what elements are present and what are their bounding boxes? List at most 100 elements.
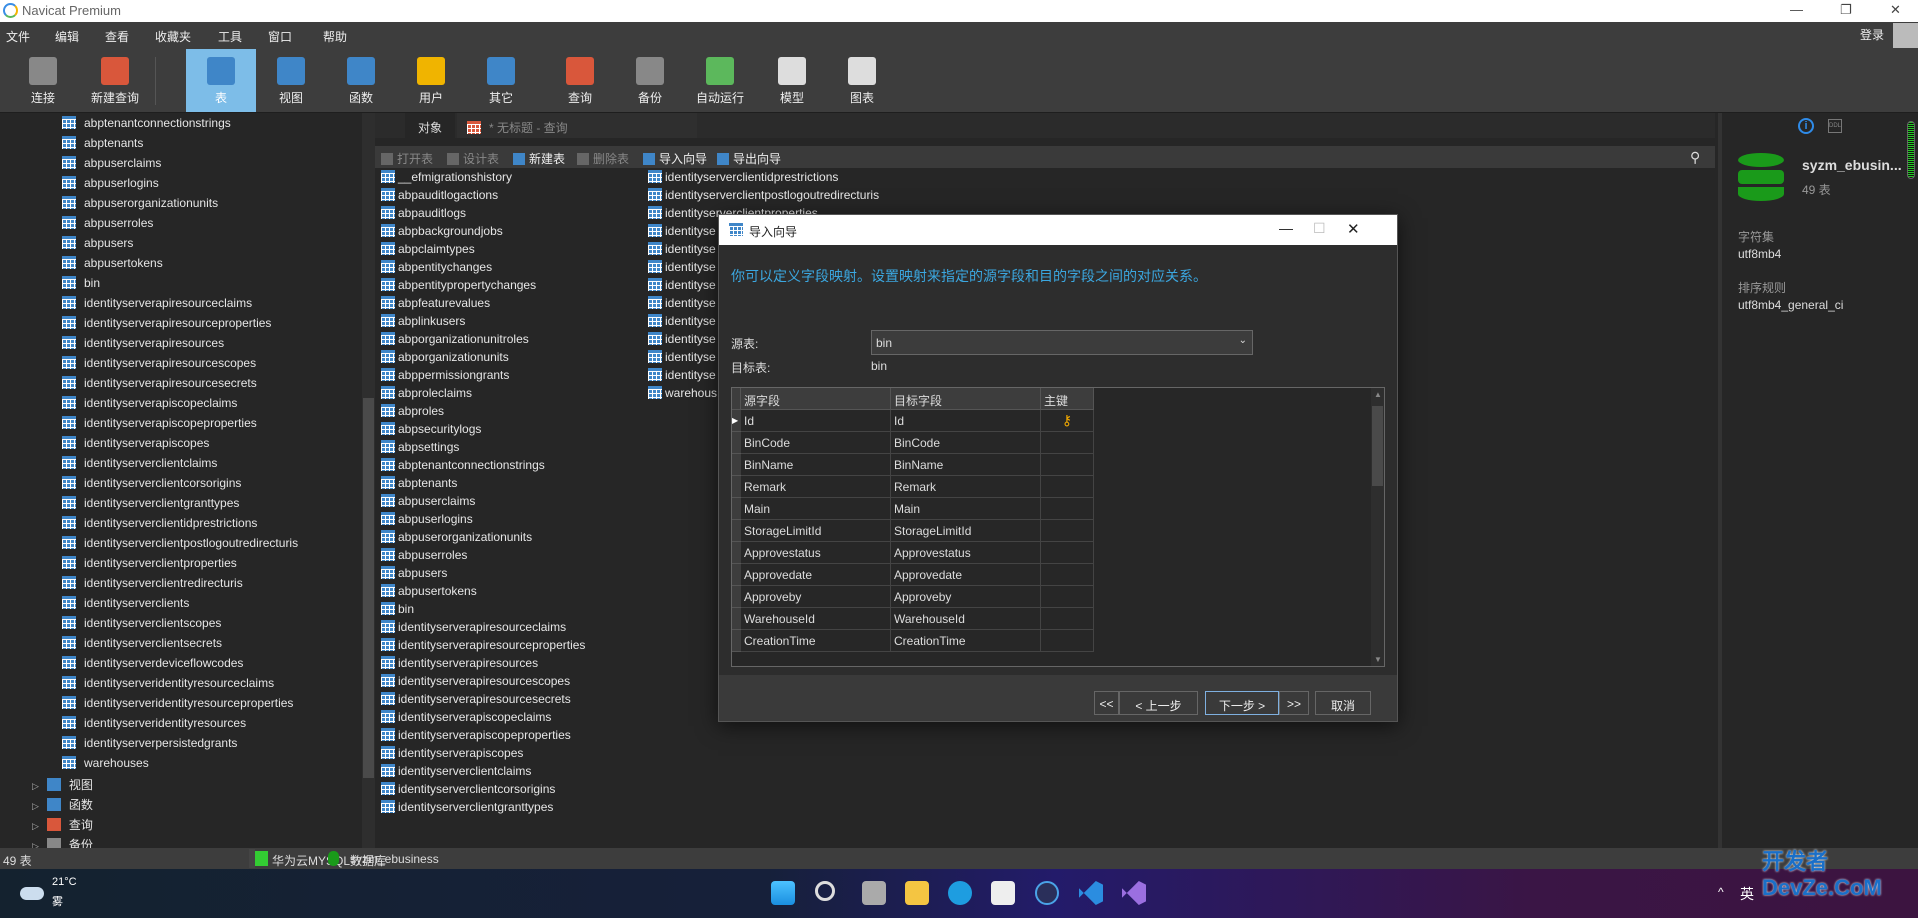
- primary-key-cell[interactable]: [1041, 586, 1094, 608]
- object-list-item[interactable]: identityse: [648, 296, 716, 314]
- primary-key-cell[interactable]: ⚷: [1041, 410, 1094, 432]
- toolbar-schedule-button[interactable]: 自动运行: [685, 49, 755, 112]
- grid-scrollbar[interactable]: ▲ ▼: [1371, 388, 1384, 666]
- toolbar-query-button[interactable]: 查询: [545, 49, 615, 112]
- target-field-cell[interactable]: WarehouseId: [891, 608, 1041, 630]
- toolbar-function-button[interactable]: 函数: [326, 49, 396, 112]
- login-link[interactable]: 登录: [1860, 26, 1884, 43]
- tree-table-item[interactable]: abpusers: [62, 236, 133, 256]
- object-toolbar-button[interactable]: 删除表: [577, 150, 629, 167]
- object-list-item[interactable]: abpauditlogs: [381, 206, 466, 224]
- tree-table-item[interactable]: identityserverapiresources: [62, 336, 224, 356]
- tree-table-item[interactable]: identityserverclientcorsorigins: [62, 476, 241, 496]
- object-list-item[interactable]: abproleclaims: [381, 386, 472, 404]
- object-list-item[interactable]: identityserverapiresourcescopes: [381, 674, 570, 692]
- object-list-item[interactable]: abpfeaturevalues: [381, 296, 490, 314]
- first-step-button[interactable]: <<: [1094, 691, 1119, 715]
- target-field-cell[interactable]: BinCode: [891, 432, 1041, 454]
- start-icon[interactable]: [771, 881, 795, 905]
- row-header[interactable]: [732, 586, 741, 608]
- source-field-cell[interactable]: WarehouseId: [741, 608, 891, 630]
- cancel-button[interactable]: 取消: [1315, 691, 1371, 715]
- column-header-primary-key[interactable]: 主键: [1041, 388, 1094, 410]
- object-list-item[interactable]: identityserverapiscopeproperties: [381, 728, 571, 746]
- task-view-icon[interactable]: [862, 881, 886, 905]
- tree-table-item[interactable]: identityserverapiresourceclaims: [62, 296, 252, 316]
- object-list-item[interactable]: abproles: [381, 404, 444, 422]
- object-list-item[interactable]: bin: [381, 602, 414, 620]
- object-toolbar-button[interactable]: 设计表: [447, 150, 499, 167]
- target-field-cell[interactable]: Approvedate: [891, 564, 1041, 586]
- tree-table-item[interactable]: abpuserroles: [62, 216, 153, 236]
- mapping-row[interactable]: StorageLimitId StorageLimitId: [732, 520, 1094, 542]
- primary-key-cell[interactable]: [1041, 454, 1094, 476]
- mapping-row[interactable]: BinName BinName: [732, 454, 1094, 476]
- target-field-cell[interactable]: Approvestatus: [891, 542, 1041, 564]
- source-table-select[interactable]: bin ⌄: [871, 330, 1253, 355]
- visual-studio-icon[interactable]: [1122, 881, 1146, 905]
- tree-table-item[interactable]: identityserveridentityresources: [62, 716, 246, 736]
- menu-item[interactable]: 帮助: [323, 28, 347, 45]
- source-field-cell[interactable]: CreationTime: [741, 630, 891, 652]
- primary-key-cell[interactable]: [1041, 498, 1094, 520]
- close-button[interactable]: ✕: [1890, 2, 1901, 18]
- tree-table-item[interactable]: abptenantconnectionstrings: [62, 116, 231, 136]
- tree-table-item[interactable]: identityserverclientgranttypes: [62, 496, 239, 516]
- mapping-row[interactable]: ▶ Id Id ⚷: [732, 410, 1094, 432]
- expand-arrow-icon[interactable]: ▷: [32, 781, 39, 791]
- expand-arrow-icon[interactable]: ▷: [32, 821, 39, 831]
- object-list-item[interactable]: identityse: [648, 332, 716, 350]
- row-header[interactable]: [732, 520, 741, 542]
- tree-table-item[interactable]: identityserverclientscopes: [62, 616, 221, 636]
- object-list-item[interactable]: abppermissiongrants: [381, 368, 509, 386]
- object-list-item[interactable]: identityse: [648, 260, 716, 278]
- object-list-item[interactable]: abpclaimtypes: [381, 242, 475, 260]
- target-field-cell[interactable]: BinName: [891, 454, 1041, 476]
- toolbar-new-query-button[interactable]: 新建查询: [80, 49, 150, 112]
- object-list-item[interactable]: abptenants: [381, 476, 457, 494]
- dialog-maximize-button[interactable]: ☐: [1313, 220, 1326, 237]
- object-list-item[interactable]: abporganizationunitroles: [381, 332, 529, 350]
- menu-item[interactable]: 编辑: [55, 28, 79, 45]
- tree-group[interactable]: ▷ 函数: [32, 796, 93, 816]
- toolbar-tools-button[interactable]: 其它: [466, 49, 536, 112]
- tree-table-item[interactable]: identityserveridentityresourceproperties: [62, 696, 293, 716]
- object-list-item[interactable]: identityserverapiresourcesecrets: [381, 692, 571, 710]
- target-field-cell[interactable]: Approveby: [891, 586, 1041, 608]
- source-field-cell[interactable]: BinName: [741, 454, 891, 476]
- tree-group[interactable]: ▷ 查询: [32, 816, 93, 836]
- object-list-item[interactable]: identityserverclientcorsorigins: [381, 782, 555, 800]
- toolbar-chart-button[interactable]: 图表: [827, 49, 897, 112]
- file-explorer-icon[interactable]: [905, 881, 929, 905]
- object-list-item[interactable]: abpuserorganizationunits: [381, 530, 532, 548]
- primary-key-cell[interactable]: [1041, 608, 1094, 630]
- toolbar-user-button[interactable]: 用户: [396, 49, 466, 112]
- search-taskbar-icon[interactable]: [815, 881, 835, 901]
- scroll-indicator[interactable]: [1907, 121, 1915, 179]
- object-list-item[interactable]: identityse: [648, 242, 716, 260]
- object-list-item[interactable]: identityse: [648, 278, 716, 296]
- row-header[interactable]: [732, 476, 741, 498]
- source-field-cell[interactable]: Approvestatus: [741, 542, 891, 564]
- object-list-item[interactable]: identityserverapiscopeclaims: [381, 710, 551, 728]
- object-list-item[interactable]: identityserverapiresources: [381, 656, 538, 674]
- previous-step-button[interactable]: < 上一步: [1119, 691, 1198, 715]
- tree-table-item[interactable]: abpuserlogins: [62, 176, 159, 196]
- minimize-button[interactable]: —: [1790, 2, 1803, 17]
- column-header-target[interactable]: 目标字段: [891, 388, 1041, 410]
- object-list-item[interactable]: identityserverapiresourceclaims: [381, 620, 566, 638]
- search-icon[interactable]: ⚲: [1690, 149, 1700, 166]
- mapping-row[interactable]: Main Main: [732, 498, 1094, 520]
- column-header-source[interactable]: 源字段: [741, 388, 891, 410]
- source-field-cell[interactable]: Approvedate: [741, 564, 891, 586]
- object-list-item[interactable]: identityserverapiresourceproperties: [381, 638, 585, 656]
- tree-table-item[interactable]: identityserverdeviceflowcodes: [62, 656, 243, 676]
- primary-key-cell[interactable]: [1041, 564, 1094, 586]
- primary-key-cell[interactable]: [1041, 542, 1094, 564]
- mapping-row[interactable]: Approvestatus Approvestatus: [732, 542, 1094, 564]
- primary-key-cell[interactable]: [1041, 476, 1094, 498]
- mapping-row[interactable]: BinCode BinCode: [732, 432, 1094, 454]
- row-header[interactable]: [732, 542, 741, 564]
- edge-icon[interactable]: [948, 881, 972, 905]
- object-list-item[interactable]: abpusertokens: [381, 584, 477, 602]
